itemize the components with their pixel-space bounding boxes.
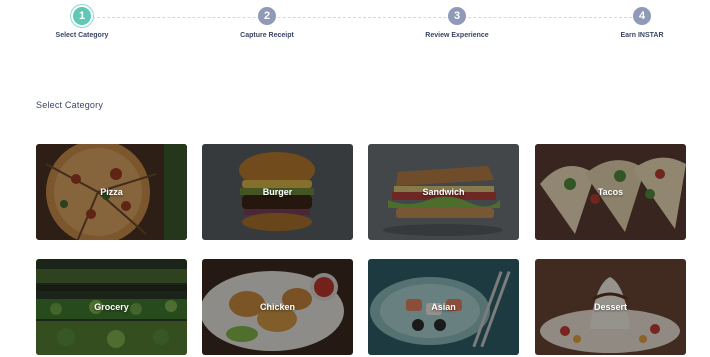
category-label: Dessert	[593, 302, 628, 312]
category-card-dessert[interactable]: Dessert	[535, 259, 686, 355]
category-card-sandwich[interactable]: Sandwich	[368, 144, 519, 240]
section-title: Select Category	[36, 100, 104, 110]
progress-stepper: 1 Select Category 2 Capture Receipt 3 Re…	[0, 0, 710, 52]
step-select-category[interactable]: 1 Select Category	[22, 7, 142, 39]
category-label: Burger	[262, 187, 293, 197]
category-card-burger[interactable]: Burger	[202, 144, 353, 240]
category-label: Asian	[431, 302, 456, 312]
category-card-grocery[interactable]: Grocery	[36, 259, 187, 355]
category-label: Pizza	[100, 187, 123, 197]
step-earn-instar[interactable]: 4 Earn INSTAR	[582, 7, 702, 39]
stepper-connector	[82, 17, 642, 18]
step-label: Capture Receipt	[240, 32, 294, 39]
step-review-experience[interactable]: 3 Review Experience	[397, 7, 517, 39]
step-capture-receipt[interactable]: 2 Capture Receipt	[207, 7, 327, 39]
category-card-chicken[interactable]: Chicken	[202, 259, 353, 355]
category-card-tacos[interactable]: Tacos	[535, 144, 686, 240]
step-number: 4	[633, 7, 651, 25]
step-number: 3	[448, 7, 466, 25]
step-number: 2	[258, 7, 276, 25]
step-label: Earn INSTAR	[620, 32, 664, 39]
step-number: 1	[73, 7, 91, 25]
category-label: Tacos	[597, 187, 624, 197]
step-label: Select Category	[55, 32, 109, 39]
category-label: Grocery	[94, 302, 129, 312]
category-card-pizza[interactable]: Pizza	[36, 144, 187, 240]
category-label: Chicken	[259, 302, 295, 312]
step-label: Review Experience	[425, 32, 489, 39]
category-card-asian[interactable]: Asian	[368, 259, 519, 355]
category-label: Sandwich	[422, 187, 465, 197]
